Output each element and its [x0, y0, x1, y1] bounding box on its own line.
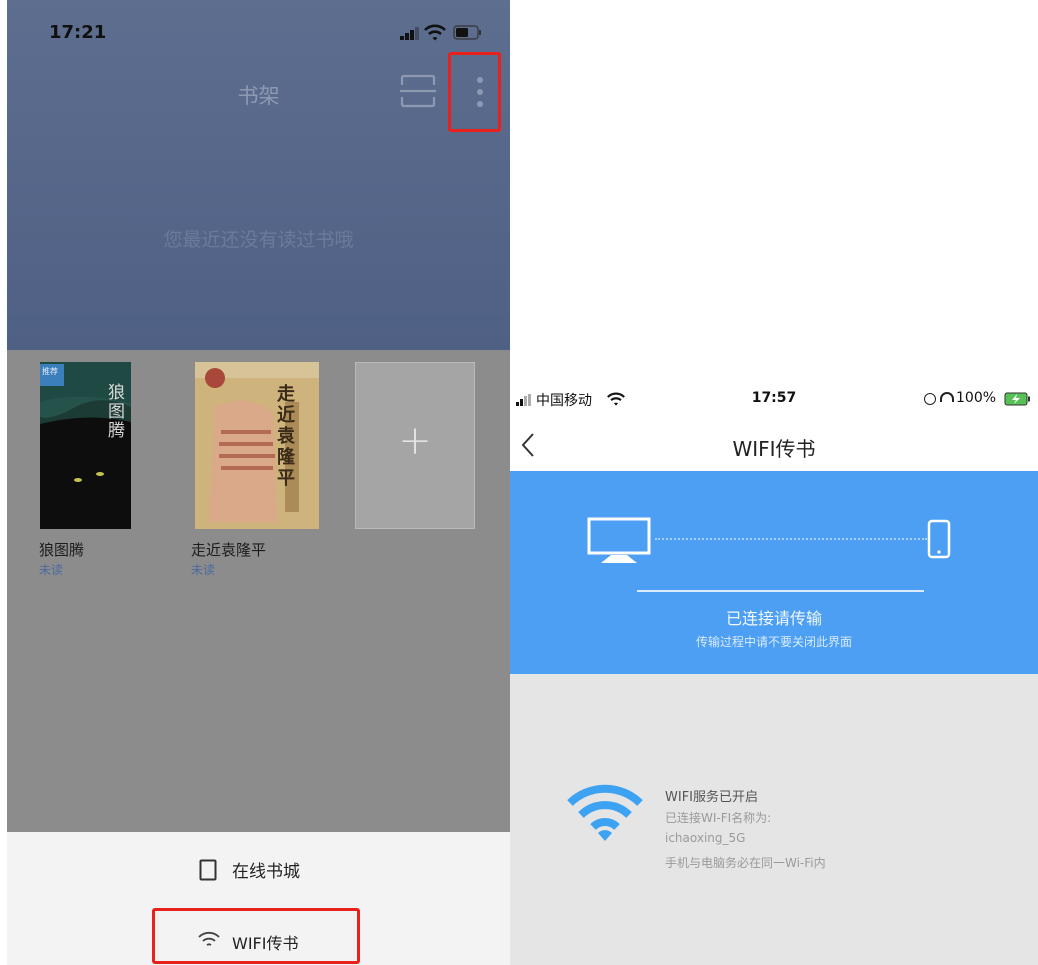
add-book-button[interactable]: + [355, 362, 475, 529]
wifi-service-status: WIFI服务已开启 [665, 790, 758, 805]
connection-dots [655, 538, 927, 540]
bookshelf-header [7, 0, 510, 350]
empty-message: 您最近还没有读过书哦 [163, 229, 354, 251]
book-cover-title: 狼图腾 [108, 383, 125, 441]
battery-percent: 100% [956, 390, 997, 406]
progress-line [637, 590, 924, 592]
wifi-name-label: 已连接WI-FI名称为: [665, 811, 772, 825]
wifi-same-network-hint: 手机与电脑务必在同一Wi-Fi内 [665, 856, 826, 870]
bookshelf-screen: 17:21 书架 您最近还没有读过书哦 推荐 狼图腾 狼图腾 未读 走近袁隆平 … [7, 0, 510, 965]
battery-charging-icon [1004, 392, 1030, 406]
rotation-lock-icon [924, 393, 936, 405]
wifi-transfer-highlight-box [152, 908, 360, 964]
phone-icon [927, 519, 951, 559]
signal-icon [400, 27, 419, 40]
online-store-label: 在线书城 [232, 862, 300, 882]
wifi-name-value: ichaoxing_5G [665, 831, 746, 845]
book-card[interactable]: 走近袁隆平 [195, 362, 319, 529]
headphones-icon [940, 392, 954, 402]
navigation-bar: WIFI传书 [510, 425, 1038, 471]
book-icon [199, 859, 217, 881]
wifi-large-icon [567, 784, 643, 841]
add-icon: + [398, 418, 432, 464]
status-time: 17:21 [49, 22, 107, 43]
book-card[interactable]: 推荐 狼图腾 [40, 362, 131, 529]
computer-icon [587, 517, 651, 563]
status-bar: 中国移动 17:57 100% [510, 375, 1038, 425]
book-status: 未读 [191, 563, 216, 577]
scan-icon[interactable] [400, 74, 436, 108]
book-cover-title: 走近袁隆平 [277, 384, 295, 489]
book-title: 走近袁隆平 [191, 541, 267, 559]
battery-icon [453, 25, 481, 40]
book-status: 未读 [39, 563, 64, 577]
book-badge: 推荐 [42, 367, 58, 376]
more-highlight-box [448, 52, 501, 132]
transfer-hint: 传输过程中请不要关闭此界面 [695, 635, 852, 649]
wifi-transfer-screen: 中国移动 17:57 100% WIFI传书 已连接请传输 传输过程中请不要关闭… [510, 375, 1038, 965]
transfer-banner: 已连接请传输 传输过程中请不要关闭此界面 [510, 471, 1038, 674]
page-title: WIFI传书 [732, 437, 816, 461]
connected-message: 已连接请传输 [725, 609, 822, 628]
wifi-status-icon [424, 24, 446, 41]
book-title: 狼图腾 [39, 541, 85, 559]
